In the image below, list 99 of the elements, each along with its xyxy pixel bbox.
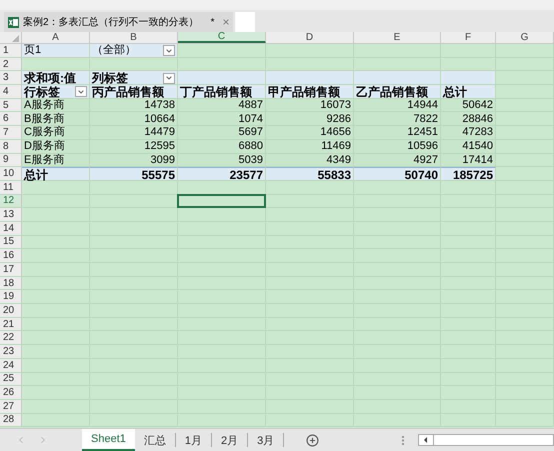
row-header[interactable]: 3 [0,71,22,84]
cell-text: 14738 [144,100,175,112]
cell-text: 11469 [321,141,351,152]
cell-text: 1074 [238,114,263,125]
cell-text: 列标签 [92,72,128,84]
horizontal-scrollbar[interactable] [418,434,554,446]
sheet-tab[interactable]: Sheet1 [82,429,135,451]
row-header[interactable]: 15 [0,236,22,248]
column-header[interactable]: C [178,32,266,43]
row-header[interactable]: 19 [0,290,22,304]
spreadsheet-icon [8,16,19,28]
row-header[interactable]: 9 [0,154,22,166]
cell-text: 17414 [462,154,493,166]
row-header[interactable]: 20 [0,304,22,317]
row-header[interactable]: 10 [0,167,22,180]
sheet-tab[interactable]: 汇总 [134,433,176,447]
row-header[interactable]: 27 [0,400,22,413]
column-header[interactable]: E [354,32,441,43]
cell-text: 10664 [144,114,175,125]
cell-text: 页1 [24,45,42,56]
cell-text: 23577 [230,169,263,182]
cell-text: 丙产品销售额 [92,86,164,98]
row-header[interactable]: 16 [0,249,22,262]
cell-text: 4887 [238,100,263,112]
cell-text: 5697 [238,127,263,138]
row-header[interactable]: 24 [0,358,22,372]
row-header[interactable]: 1 [0,44,22,57]
row-header[interactable]: 14 [0,222,22,235]
cell-text: 9286 [326,114,351,125]
row-header[interactable]: 25 [0,372,22,386]
cell-text: 41540 [462,141,493,152]
cell-text: 14479 [144,127,175,138]
row-header[interactable]: 6 [0,112,22,126]
column-header[interactable]: F [441,32,496,43]
cell-text: 4349 [326,154,351,166]
cell-text: 14944 [407,100,438,112]
modified-mark: * [210,16,214,30]
active-cell[interactable] [177,194,266,208]
cell-text: 行标签 [24,86,60,98]
cell-text: C服务商 [24,127,65,138]
column-header[interactable]: G [496,32,554,43]
filter-dropdown-button[interactable] [163,45,175,56]
row-header[interactable]: 22 [0,331,22,344]
cell-text: 丁产品销售额 [180,86,252,98]
file-tab-title: 案例2：多表汇总（行列不一致的分表） [23,16,199,30]
caret-icon [165,74,173,82]
row-header[interactable]: 4 [0,85,22,98]
cell-text: D服务商 [24,141,65,152]
cell-text: 10596 [407,141,438,152]
row-header[interactable]: 7 [0,126,22,139]
caret-icon [165,46,173,55]
cell-text: 求和项:值 [24,72,76,84]
filter-dropdown-button[interactable] [75,86,87,98]
cell-text: 甲产品销售额 [268,86,340,98]
add-sheet-icon[interactable] [306,434,320,446]
sheet-tab[interactable]: 1月 [176,433,212,447]
cell-text: 5039 [238,154,263,166]
cell-text: 16073 [320,100,351,112]
cell-text: 185725 [452,169,493,182]
row-header[interactable]: 26 [0,386,22,399]
cell-text: 14656 [320,127,351,138]
cell-text: 乙产品销售额 [356,86,428,98]
cell-text: 50740 [404,169,438,182]
row-header[interactable]: 12 [0,194,22,208]
cell-text: B服务商 [24,114,64,125]
file-tab[interactable]: 案例2：多表汇总（行列不一致的分表） * × [4,12,234,32]
cell-text: 总计 [443,86,467,98]
caret-icon [77,88,85,96]
column-header[interactable]: D [266,32,354,43]
cell-text: 7822 [414,114,438,125]
sheet-tab[interactable]: 3月 [248,433,284,447]
row-header[interactable]: 11 [0,180,22,194]
sheet-tab[interactable]: 2月 [212,433,248,447]
cell-text: 4927 [414,154,438,166]
cell-text: 12595 [144,141,175,152]
cell-text: 55833 [318,169,351,182]
cell-text: 50642 [462,100,493,112]
row-header[interactable]: 2 [0,58,22,70]
row-header[interactable]: 13 [0,208,22,221]
row-header[interactable]: 21 [0,318,22,330]
row-header[interactable]: 5 [0,98,22,112]
row-header[interactable]: 8 [0,140,22,152]
column-header[interactable]: A [22,32,90,43]
cell-text: A服务商 [24,100,64,112]
cell-text: E服务商 [24,154,64,166]
cell-text: 3099 [150,154,175,166]
cell-text: 55575 [142,169,175,182]
cell-text: （全部） [92,45,136,56]
filter-dropdown-button[interactable] [163,72,175,84]
cell-text: 47283 [462,127,493,138]
scroll-left-icon[interactable] [422,436,430,444]
row-header[interactable]: 18 [0,276,22,290]
row-header[interactable]: 17 [0,263,22,276]
cell-text: 总计 [24,169,48,182]
cell-text: 6880 [238,141,263,152]
row-header[interactable]: 23 [0,345,22,358]
row-header[interactable]: 28 [0,414,22,426]
cell-text: 12451 [407,127,438,138]
cell-text: 28846 [462,114,493,125]
